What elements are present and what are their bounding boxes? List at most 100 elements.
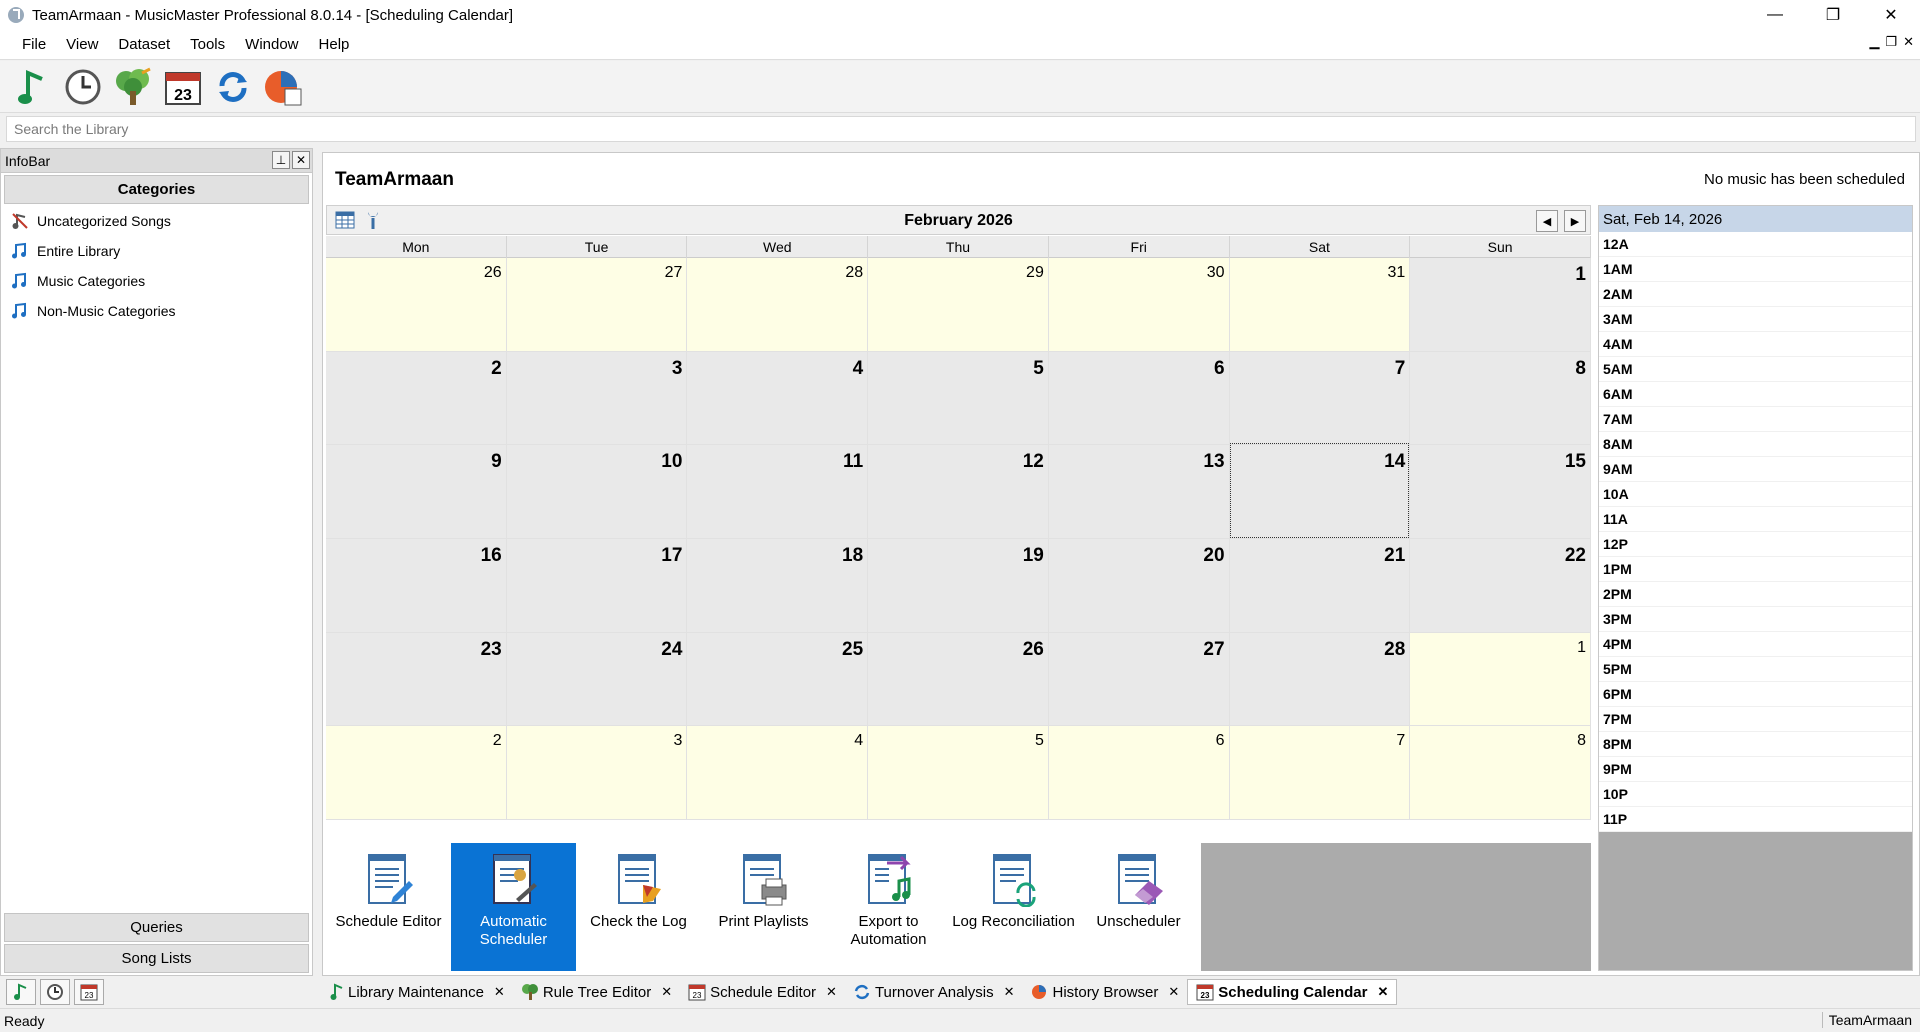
calendar-day[interactable]: 5: [868, 726, 1049, 820]
calendar-day[interactable]: 4: [687, 726, 869, 820]
calendar-day[interactable]: 3: [506, 726, 688, 820]
tab-close-icon[interactable]: ✕: [494, 984, 505, 1000]
mdi-restore-button[interactable]: ❐: [1885, 34, 1897, 50]
queries-button[interactable]: Queries: [4, 913, 309, 942]
calendar-day[interactable]: 26: [326, 258, 507, 352]
hour-slot[interactable]: 12A: [1599, 232, 1912, 257]
log-reconciliation-button[interactable]: Log Reconciliation: [951, 843, 1076, 971]
calendar-day[interactable]: 28: [1229, 632, 1411, 727]
search-input[interactable]: [14, 121, 1915, 137]
infobar-tab-clock[interactable]: [40, 979, 70, 1005]
tab-close-icon[interactable]: ✕: [1377, 984, 1388, 1000]
tab-rule-tree-editor[interactable]: Rule Tree Editor ✕: [513, 979, 680, 1005]
menu-dataset[interactable]: Dataset: [108, 36, 180, 53]
calendar-day[interactable]: 8: [1410, 351, 1591, 446]
calendar-day[interactable]: 26: [868, 632, 1049, 727]
calendar-day[interactable]: 16: [326, 538, 507, 633]
tab-turnover-analysis[interactable]: Turnover Analysis ✕: [845, 979, 1023, 1005]
category-music[interactable]: Music Categories: [1, 266, 312, 296]
calendar-day[interactable]: 2: [326, 726, 507, 820]
hour-slot[interactable]: 8AM: [1599, 432, 1912, 457]
rule-tree-button[interactable]: [112, 66, 154, 108]
infobar-tab-calendar[interactable]: 23: [74, 979, 104, 1005]
hour-slot[interactable]: 2PM: [1599, 582, 1912, 607]
next-month-button[interactable]: ▶: [1564, 210, 1586, 232]
calendar-day[interactable]: 29: [868, 258, 1049, 352]
prev-month-button[interactable]: ◀: [1536, 210, 1558, 232]
print-playlists-button[interactable]: Print Playlists: [701, 843, 826, 971]
calendar-day[interactable]: 28: [687, 258, 869, 352]
category-entire-library[interactable]: Entire Library: [1, 236, 312, 266]
calendar-day[interactable]: 9: [326, 445, 507, 539]
calendar-day[interactable]: 6: [1048, 351, 1230, 446]
calendar-day[interactable]: 13: [1048, 445, 1230, 539]
unscheduler-button[interactable]: Unscheduler: [1076, 843, 1201, 971]
hour-slot[interactable]: 6AM: [1599, 382, 1912, 407]
hour-slot[interactable]: 3PM: [1599, 607, 1912, 632]
clock-button[interactable]: [62, 66, 104, 108]
tab-library-maintenance[interactable]: Library Maintenance ✕: [322, 979, 513, 1005]
calendar-day[interactable]: 1: [1410, 632, 1591, 727]
hour-slot[interactable]: 9PM: [1599, 757, 1912, 782]
tab-schedule-editor[interactable]: 23 Schedule Editor ✕: [680, 979, 845, 1005]
check-the-log-button[interactable]: Check the Log: [576, 843, 701, 971]
minimize-button[interactable]: —: [1746, 0, 1804, 30]
calendar-day[interactable]: 1: [1410, 258, 1591, 352]
categories-header[interactable]: Categories: [4, 175, 309, 204]
hour-slot[interactable]: 8PM: [1599, 732, 1912, 757]
calendar-day[interactable]: 12: [868, 445, 1049, 539]
calendar-day[interactable]: 8: [1410, 726, 1591, 820]
schedule-button[interactable]: 23: [162, 66, 204, 108]
calendar-day-selected[interactable]: 14: [1229, 443, 1411, 539]
hour-slot[interactable]: 2AM: [1599, 282, 1912, 307]
hour-slot[interactable]: 11P: [1599, 807, 1912, 832]
history-button[interactable]: [262, 66, 304, 108]
hour-slot[interactable]: 4PM: [1599, 632, 1912, 657]
calendar-day[interactable]: 4: [687, 351, 869, 446]
calendar-day[interactable]: 27: [1048, 632, 1230, 727]
hour-slot[interactable]: 1AM: [1599, 257, 1912, 282]
calendar-day[interactable]: 18: [687, 538, 869, 633]
automatic-scheduler-button[interactable]: Automatic Scheduler: [451, 843, 576, 971]
calendar-day[interactable]: 2: [326, 351, 507, 446]
hour-slot[interactable]: 5AM: [1599, 357, 1912, 382]
menu-help[interactable]: Help: [309, 36, 360, 53]
hour-slot[interactable]: 4AM: [1599, 332, 1912, 357]
turnover-button[interactable]: [212, 66, 254, 108]
maximize-button[interactable]: ❐: [1804, 0, 1862, 30]
menu-tools[interactable]: Tools: [180, 36, 235, 53]
library-button[interactable]: [12, 66, 54, 108]
infobar-tab-library[interactable]: [6, 979, 36, 1005]
mdi-close-button[interactable]: ✕: [1903, 34, 1914, 50]
calendar-day[interactable]: 3: [506, 351, 688, 446]
calendar-day[interactable]: 21: [1229, 538, 1411, 633]
hour-slot[interactable]: 7PM: [1599, 707, 1912, 732]
hour-slot[interactable]: 10A: [1599, 482, 1912, 507]
calendar-day[interactable]: 25: [687, 632, 869, 727]
tab-close-icon[interactable]: ✕: [826, 984, 837, 1000]
tab-history-browser[interactable]: History Browser ✕: [1023, 979, 1188, 1005]
tab-close-icon[interactable]: ✕: [1004, 984, 1015, 1000]
schedule-editor-button[interactable]: Schedule Editor: [326, 843, 451, 971]
calendar-day[interactable]: 7: [1229, 726, 1411, 820]
hour-slot[interactable]: 5PM: [1599, 657, 1912, 682]
pin-button[interactable]: ⊥: [272, 151, 290, 169]
hour-slot[interactable]: 1PM: [1599, 557, 1912, 582]
calendar-day[interactable]: 31: [1229, 258, 1411, 352]
song-lists-button[interactable]: Song Lists: [4, 944, 309, 973]
menu-view[interactable]: View: [56, 36, 108, 53]
tab-close-icon[interactable]: ✕: [1168, 984, 1179, 1000]
calendar-day[interactable]: 19: [868, 538, 1049, 633]
menu-window[interactable]: Window: [235, 36, 308, 53]
calendar-day[interactable]: 17: [506, 538, 688, 633]
calendar-day[interactable]: 24: [506, 632, 688, 727]
calendar-day[interactable]: 11: [687, 445, 869, 539]
calendar-day[interactable]: 20: [1048, 538, 1230, 633]
category-uncategorized[interactable]: Uncategorized Songs: [1, 206, 312, 236]
calendar-day[interactable]: 6: [1048, 726, 1230, 820]
calendar-day[interactable]: 5: [868, 351, 1049, 446]
calendar-day[interactable]: 23: [326, 632, 507, 727]
menu-file[interactable]: File: [12, 36, 56, 53]
infobar-close-button[interactable]: ✕: [292, 151, 310, 169]
calendar-day[interactable]: 7: [1229, 351, 1411, 446]
